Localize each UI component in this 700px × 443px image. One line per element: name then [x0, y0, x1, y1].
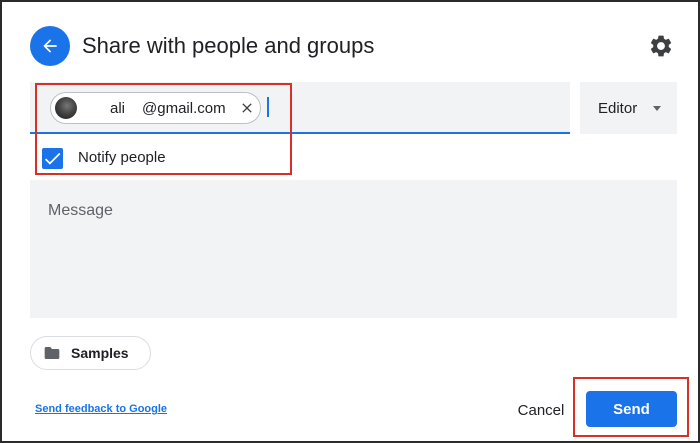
- checkmark-icon: [44, 152, 61, 165]
- text-cursor: [267, 97, 269, 117]
- notify-checkbox[interactable]: [42, 148, 63, 169]
- triangle-down-icon: [653, 106, 661, 111]
- recipient-chip[interactable]: ali @gmail.com: [50, 92, 261, 124]
- cancel-button[interactable]: Cancel: [506, 395, 576, 425]
- message-textarea[interactable]: Message: [30, 180, 677, 318]
- recipient-input[interactable]: ali @gmail.com: [30, 82, 570, 134]
- share-dialog: Share with people and groups ali @gmail.…: [0, 0, 700, 443]
- recipient-email-domain: @gmail.com: [142, 100, 226, 117]
- dialog-title: Share with people and groups: [82, 33, 375, 58]
- folder-label: Samples: [71, 345, 129, 361]
- avatar: [55, 97, 77, 119]
- recipient-name: ali: [110, 100, 126, 117]
- back-button[interactable]: [30, 26, 70, 66]
- notify-label: Notify people: [78, 149, 166, 166]
- role-dropdown[interactable]: Editor: [580, 82, 677, 134]
- role-label: Editor: [598, 100, 638, 117]
- message-placeholder: Message: [48, 202, 113, 219]
- folder-icon: [44, 347, 60, 359]
- send-button[interactable]: Send: [586, 391, 677, 427]
- gear-icon[interactable]: [648, 33, 674, 59]
- arrow-left-icon: [43, 39, 57, 53]
- close-icon[interactable]: [239, 100, 255, 116]
- folder-chip[interactable]: Samples: [30, 336, 151, 370]
- feedback-link[interactable]: Send feedback to Google: [35, 403, 167, 415]
